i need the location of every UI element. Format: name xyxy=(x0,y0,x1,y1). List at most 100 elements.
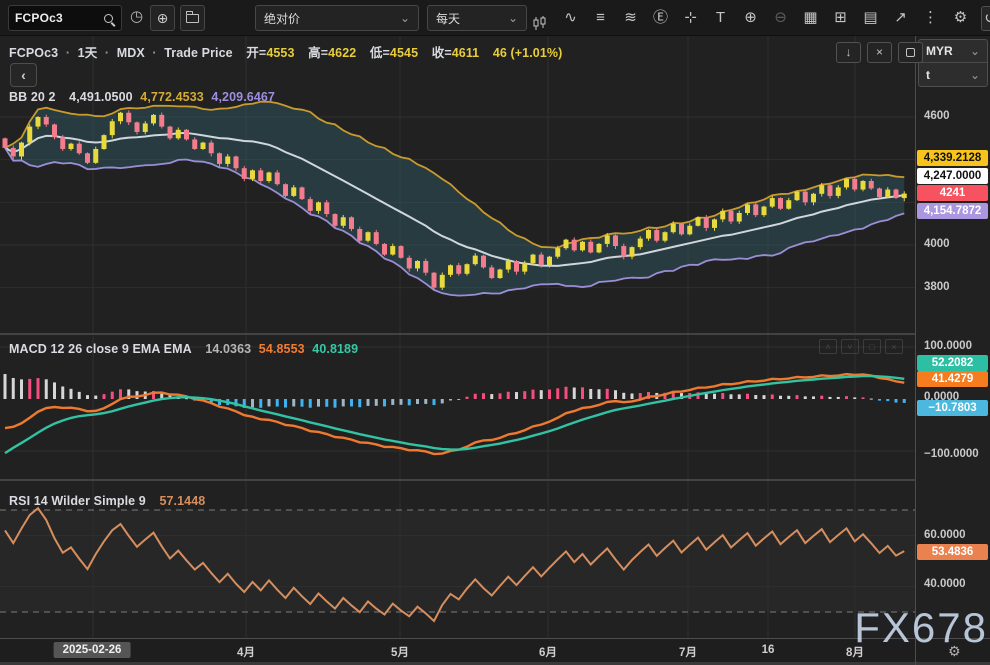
close-value: 4611 xyxy=(452,46,480,60)
text-note-icon[interactable]: T xyxy=(711,0,730,36)
unit-value: t xyxy=(926,68,930,82)
rsi-title[interactable]: RSI 14 Wilder Simple 9 xyxy=(9,494,146,508)
price-mode-value: 绝对价 xyxy=(264,10,300,27)
interval-value: 每天 xyxy=(436,10,460,27)
bb-basis-value: 4,491.0500 xyxy=(69,90,133,104)
candlestick-style-icon[interactable] xyxy=(531,5,550,32)
price-tick: 4000 xyxy=(924,238,950,250)
time-axis-label: 6月 xyxy=(539,644,557,660)
time-axis-label: 16 xyxy=(762,644,775,656)
symbol-search[interactable]: FCPOc3 xyxy=(8,5,122,31)
maximize-glyph xyxy=(906,48,915,57)
search-icon xyxy=(104,14,113,23)
indicator-templates-icon[interactable]: ≡ xyxy=(591,0,610,36)
macd-tick: −100.0000 xyxy=(924,448,979,460)
pane-close-icon[interactable]: × xyxy=(885,339,903,354)
layout-templates-icon[interactable]: ▤ xyxy=(861,0,880,36)
collapse-pane-icon[interactable]: × xyxy=(867,42,892,63)
chevron-down-icon: ⌄ xyxy=(970,46,980,56)
price-tick: 4600 xyxy=(924,110,950,122)
macd-signal-value: 40.8189 xyxy=(312,342,358,356)
legend-exchange[interactable]: MDX xyxy=(117,46,145,60)
open-label: 开= xyxy=(246,46,266,60)
high-value: 4622 xyxy=(328,46,356,60)
chevron-down-icon: ⌄ xyxy=(400,13,410,23)
rsi-legend: RSI 14 Wilder Simple 9 57.1448 xyxy=(9,494,209,508)
chart-window: FCPOc3 ◷ ⊕ 绝对价 ⌄ 每天 ⌄ ∿≡≋Ⓔ⊹T⊕⊖▦⊞▤↗⋮⚙↺TV … xyxy=(0,0,990,665)
bb-basis-price-label: 4,247.0000 xyxy=(917,168,988,184)
back-icon[interactable]: ‹ xyxy=(10,63,37,87)
economic-calendar-icon[interactable]: Ⓔ xyxy=(651,0,670,36)
folder-icon[interactable] xyxy=(180,5,205,31)
macd-hist-value: 14.0363 xyxy=(205,342,251,356)
axis-border xyxy=(915,36,916,665)
time-axis-label: 5月 xyxy=(391,644,409,660)
undo-icon[interactable]: ↺ xyxy=(981,6,990,31)
maximize-pane-icon[interactable] xyxy=(898,42,923,63)
price-pane[interactable] xyxy=(0,36,915,334)
chevron-down-icon: ⌄ xyxy=(970,70,980,80)
pane-divider[interactable] xyxy=(0,479,990,481)
publish-chart-icon[interactable]: ↗ xyxy=(891,0,910,36)
bb-upper-value: 4,772.4533 xyxy=(140,90,204,104)
legend-separator: · xyxy=(66,46,70,60)
time-axis-label: 4月 xyxy=(237,644,255,660)
unit-dropdown[interactable]: t ⌄ xyxy=(919,63,987,86)
legend-separator: · xyxy=(105,46,109,60)
price-axis[interactable]: MYR ⌄ t ⌄ 460040003800100.00000.0000−100… xyxy=(916,36,990,638)
zoom-in-icon[interactable]: ⊕ xyxy=(741,0,760,36)
snapshot-icon[interactable]: ⊞ xyxy=(831,0,850,36)
high-label: 高= xyxy=(308,46,328,60)
data-table-icon[interactable]: ▦ xyxy=(801,0,820,36)
clock-icon[interactable]: ◷ xyxy=(130,4,143,30)
last-price-label: 4241 xyxy=(917,185,988,201)
macd-line-value: 54.8553 xyxy=(259,342,305,356)
add-alert-icon[interactable]: ⊕ xyxy=(150,5,175,31)
top-toolbar: FCPOc3 ◷ ⊕ 绝对价 ⌄ 每天 ⌄ ∿≡≋Ⓔ⊹T⊕⊖▦⊞▤↗⋮⚙↺TV xyxy=(0,0,990,36)
bb-upper-price-label: 4,339.2128 xyxy=(917,150,988,166)
time-axis[interactable]: ⚙ 2025-02-264月5月6月7月168月 xyxy=(0,638,990,665)
bb-legend: BB 20 2 4,491.0500 4,772.4533 4,209.6467 xyxy=(9,90,279,104)
low-label: 低= xyxy=(370,46,390,60)
rsi-tick: 60.0000 xyxy=(924,529,966,541)
time-axis-date-label: 2025-02-26 xyxy=(54,642,131,658)
bb-lower-price-label: 4,154.7872 xyxy=(917,203,988,219)
open-value: 4553 xyxy=(266,46,294,60)
macd-tick: 100.0000 xyxy=(924,340,972,352)
macd-title[interactable]: MACD 12 26 close 9 EMA EMA xyxy=(9,342,192,356)
macd-line-value-label: 41.4279 xyxy=(917,371,988,387)
currency-value: MYR xyxy=(926,44,953,58)
move-pane-down-icon[interactable]: ↓ xyxy=(836,42,861,63)
currency-dropdown[interactable]: MYR ⌄ xyxy=(919,40,987,63)
toolbar-icon-row: ∿≡≋Ⓔ⊹T⊕⊖▦⊞▤↗⋮⚙↺TV xyxy=(531,0,990,36)
indicators-icon[interactable]: ∿ xyxy=(561,0,580,36)
change-value: 46 (+1.01%) xyxy=(493,46,563,60)
macd-signal-value-label: 52.2082 xyxy=(917,355,988,371)
pane-up-icon[interactable]: ˄ xyxy=(819,339,837,354)
legend-price-type[interactable]: Trade Price xyxy=(164,46,233,60)
interval-dropdown[interactable]: 每天 ⌄ xyxy=(427,5,527,31)
close-label: 收= xyxy=(432,46,452,60)
rsi-tick: 40.0000 xyxy=(924,578,966,590)
pane-divider[interactable] xyxy=(0,333,990,335)
bb-title[interactable]: BB 20 2 xyxy=(9,90,56,104)
pane-down-icon[interactable]: ˅ xyxy=(841,339,859,354)
compare-icon[interactable]: ≋ xyxy=(621,0,640,36)
measure-icon[interactable]: ⊹ xyxy=(681,0,700,36)
chart-settings-icon[interactable]: ⚙ xyxy=(951,0,970,36)
axis-unit-panel: MYR ⌄ t ⌄ xyxy=(918,39,988,87)
folder-glyph xyxy=(186,14,199,23)
rsi-value: 57.1448 xyxy=(159,494,205,508)
legend-symbol[interactable]: FCPOc3 xyxy=(9,46,58,60)
price-mode-dropdown[interactable]: 绝对价 ⌄ xyxy=(255,5,419,31)
symbol-search-value[interactable]: FCPOc3 xyxy=(15,11,104,25)
legend-interval[interactable]: 1天 xyxy=(78,46,98,60)
pane-controls: ˄ ˅ □ × xyxy=(819,339,903,354)
macd-hist-value-label: −10.7803 xyxy=(917,400,988,416)
rsi-value-label: 53.4836 xyxy=(917,544,988,560)
zoom-out-icon[interactable]: ⊖ xyxy=(771,0,790,36)
pane-button-group: ↓ × xyxy=(836,42,923,63)
pane-maximize-icon[interactable]: □ xyxy=(863,339,881,354)
more-options-icon[interactable]: ⋮ xyxy=(921,0,940,36)
macd-legend: MACD 12 26 close 9 EMA EMA 14.0363 54.85… xyxy=(9,342,362,356)
